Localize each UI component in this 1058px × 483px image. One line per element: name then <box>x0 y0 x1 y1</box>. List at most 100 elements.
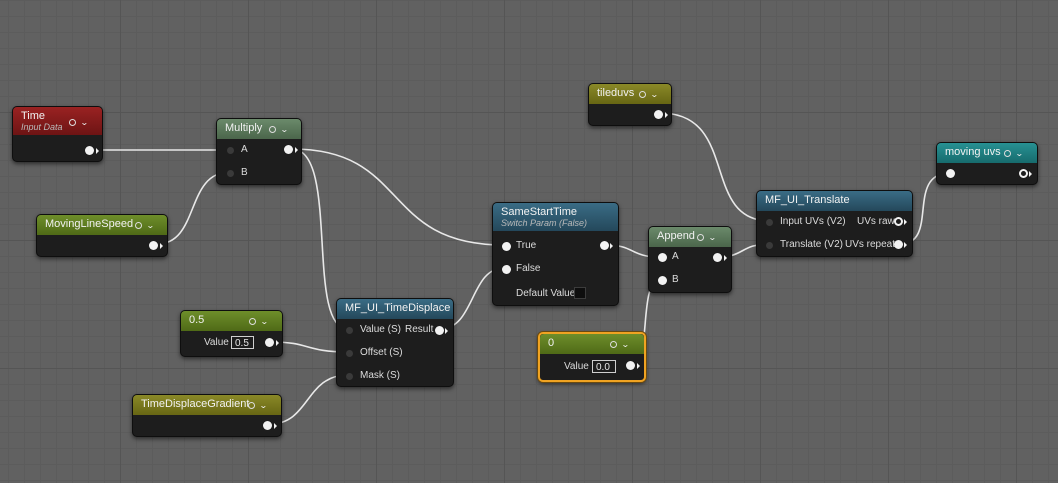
same-start-time-title: SameStartTime <box>501 206 578 218</box>
append-node-header[interactable]: Append ⌄ <box>649 227 731 247</box>
time-output-pin[interactable] <box>85 146 94 155</box>
same-start-time-node[interactable]: SameStartTime Switch Param (False) True … <box>492 202 619 306</box>
pin-preview-icon[interactable] <box>697 233 704 241</box>
time-displace-title: MF_UI_TimeDisplace <box>345 302 451 314</box>
time-displace-mask-pin[interactable] <box>346 373 353 380</box>
time-displace-gradient-output-pin[interactable] <box>263 421 272 430</box>
moving-line-speed-header[interactable]: MovingLineSpeed ⌄ <box>37 215 167 235</box>
pin-preview-icon[interactable] <box>269 125 276 133</box>
constant-zero-value-field[interactable]: 0.0 <box>592 360 616 373</box>
append-input-a-label: A <box>672 251 679 262</box>
moving-line-speed-output-pin[interactable] <box>149 241 158 250</box>
append-input-a-pin[interactable] <box>658 253 667 262</box>
same-start-time-default-checkbox[interactable] <box>574 287 586 299</box>
translate-node[interactable]: MF_UI_Translate Input UVs (V2) UVs raw T… <box>756 190 913 257</box>
multiply-node-header[interactable]: Multiply ⌄ <box>217 119 301 139</box>
translate-input-uvs-pin[interactable] <box>766 219 773 226</box>
time-displace-gradient-header[interactable]: TimeDisplaceGradient ⌄ <box>133 395 281 415</box>
translate-title: MF_UI_Translate <box>765 194 850 206</box>
moving-uvs-output-pin[interactable] <box>1019 169 1028 178</box>
pin-preview-icon[interactable] <box>639 90 646 98</box>
moving-line-speed-title: MovingLineSpeed <box>45 218 134 230</box>
tileduvs-header[interactable]: tileduvs ⌄ <box>589 84 671 104</box>
time-displace-offset-pin[interactable] <box>346 350 353 357</box>
time-node-title: Time <box>21 110 46 122</box>
multiply-node[interactable]: Multiply ⌄ A B <box>216 118 302 185</box>
output-arrow-icon <box>610 243 613 249</box>
moving-uvs-header[interactable]: moving uvs ⌄ <box>937 143 1037 163</box>
chevron-down-icon[interactable]: ⌄ <box>621 340 630 349</box>
pin-preview-icon[interactable] <box>135 221 142 229</box>
time-displace-node[interactable]: MF_UI_TimeDisplace Value (S) Result Offs… <box>336 298 454 387</box>
output-arrow-icon <box>665 112 668 118</box>
time-displace-header[interactable]: MF_UI_TimeDisplace <box>337 299 453 319</box>
tileduvs-output-pin[interactable] <box>654 110 663 119</box>
append-node[interactable]: Append ⌄ A B <box>648 226 732 293</box>
output-arrow-icon <box>295 147 298 153</box>
material-graph-canvas[interactable]: Time Input Data ⌄ Multiply ⌄ A B MovingL… <box>0 0 1058 483</box>
translate-uvs-repeat-label: UVs repeat <box>845 239 896 250</box>
pin-preview-icon[interactable] <box>1004 149 1011 157</box>
same-start-time-header[interactable]: SameStartTime Switch Param (False) <box>493 203 618 231</box>
pin-preview-icon[interactable] <box>610 340 617 348</box>
translate-header[interactable]: MF_UI_Translate <box>757 191 912 211</box>
pin-preview-icon[interactable] <box>69 118 76 126</box>
constant-half-value-label: Value <box>204 337 229 348</box>
output-arrow-icon <box>724 255 727 261</box>
output-arrow-icon <box>1029 171 1032 177</box>
output-arrow-icon <box>160 243 163 249</box>
constant-half-node[interactable]: 0.5 ⌄ Value 0.5 <box>180 310 283 357</box>
constant-zero-title: 0 <box>548 337 555 349</box>
chevron-down-icon[interactable]: ⌄ <box>708 233 717 242</box>
output-arrow-icon <box>445 328 448 334</box>
output-arrow-icon <box>904 242 907 248</box>
constant-zero-node[interactable]: 0 ⌄ Value 0.0 <box>538 332 646 382</box>
time-node-header[interactable]: Time Input Data ⌄ <box>13 107 102 135</box>
multiply-input-b-pin[interactable] <box>227 170 234 177</box>
multiply-input-a-label: A <box>241 144 248 155</box>
chevron-down-icon[interactable]: ⌄ <box>1015 149 1024 158</box>
append-output-pin[interactable] <box>713 253 722 262</box>
moving-line-speed-node[interactable]: MovingLineSpeed ⌄ <box>36 214 168 257</box>
pin-preview-icon[interactable] <box>249 317 256 325</box>
multiply-output-pin[interactable] <box>284 145 293 154</box>
same-start-time-false-pin[interactable] <box>502 265 511 274</box>
multiply-input-a-pin[interactable] <box>227 147 234 154</box>
constant-half-value-field[interactable]: 0.5 <box>231 336 254 349</box>
chevron-down-icon[interactable]: ⌄ <box>80 118 89 127</box>
chevron-down-icon[interactable]: ⌄ <box>260 317 269 326</box>
time-displace-offset-label: Offset (S) <box>360 347 403 358</box>
time-displace-result-pin[interactable] <box>435 326 444 335</box>
chevron-down-icon[interactable]: ⌄ <box>280 125 289 134</box>
append-input-b-pin[interactable] <box>658 276 667 285</box>
time-displace-gradient-node[interactable]: TimeDisplaceGradient ⌄ <box>132 394 282 437</box>
constant-half-output-pin[interactable] <box>265 338 274 347</box>
output-arrow-icon <box>276 340 279 346</box>
time-node[interactable]: Time Input Data ⌄ <box>12 106 103 162</box>
translate-input-uvs-label: Input UVs (V2) <box>780 216 846 227</box>
pin-preview-icon[interactable] <box>248 401 255 409</box>
translate-uvs-raw-pin[interactable] <box>894 217 903 226</box>
chevron-down-icon[interactable]: ⌄ <box>146 221 155 230</box>
moving-uvs-input-pin[interactable] <box>946 169 955 178</box>
moving-uvs-node[interactable]: moving uvs ⌄ <box>936 142 1038 185</box>
tileduvs-node[interactable]: tileduvs ⌄ <box>588 83 672 126</box>
constant-half-header[interactable]: 0.5 ⌄ <box>181 311 282 331</box>
chevron-down-icon[interactable]: ⌄ <box>650 90 659 99</box>
same-start-time-true-pin[interactable] <box>502 242 511 251</box>
time-displace-value-label: Value (S) <box>360 324 401 335</box>
translate-input-translate-pin[interactable] <box>766 242 773 249</box>
output-arrow-icon <box>96 148 99 154</box>
same-start-time-default-label: Default Value <box>516 288 576 299</box>
same-start-time-output-pin[interactable] <box>600 241 609 250</box>
output-arrow-icon <box>637 363 640 369</box>
output-arrow-icon <box>274 423 277 429</box>
constant-zero-output-pin[interactable] <box>626 361 635 370</box>
wire-tileduvs-to-translate <box>659 112 771 222</box>
time-displace-value-pin[interactable] <box>346 327 353 334</box>
multiply-input-b-label: B <box>241 167 248 178</box>
translate-uvs-repeat-pin[interactable] <box>894 240 903 249</box>
append-input-b-label: B <box>672 274 679 285</box>
constant-zero-header[interactable]: 0 ⌄ <box>540 334 644 354</box>
chevron-down-icon[interactable]: ⌄ <box>259 401 268 410</box>
